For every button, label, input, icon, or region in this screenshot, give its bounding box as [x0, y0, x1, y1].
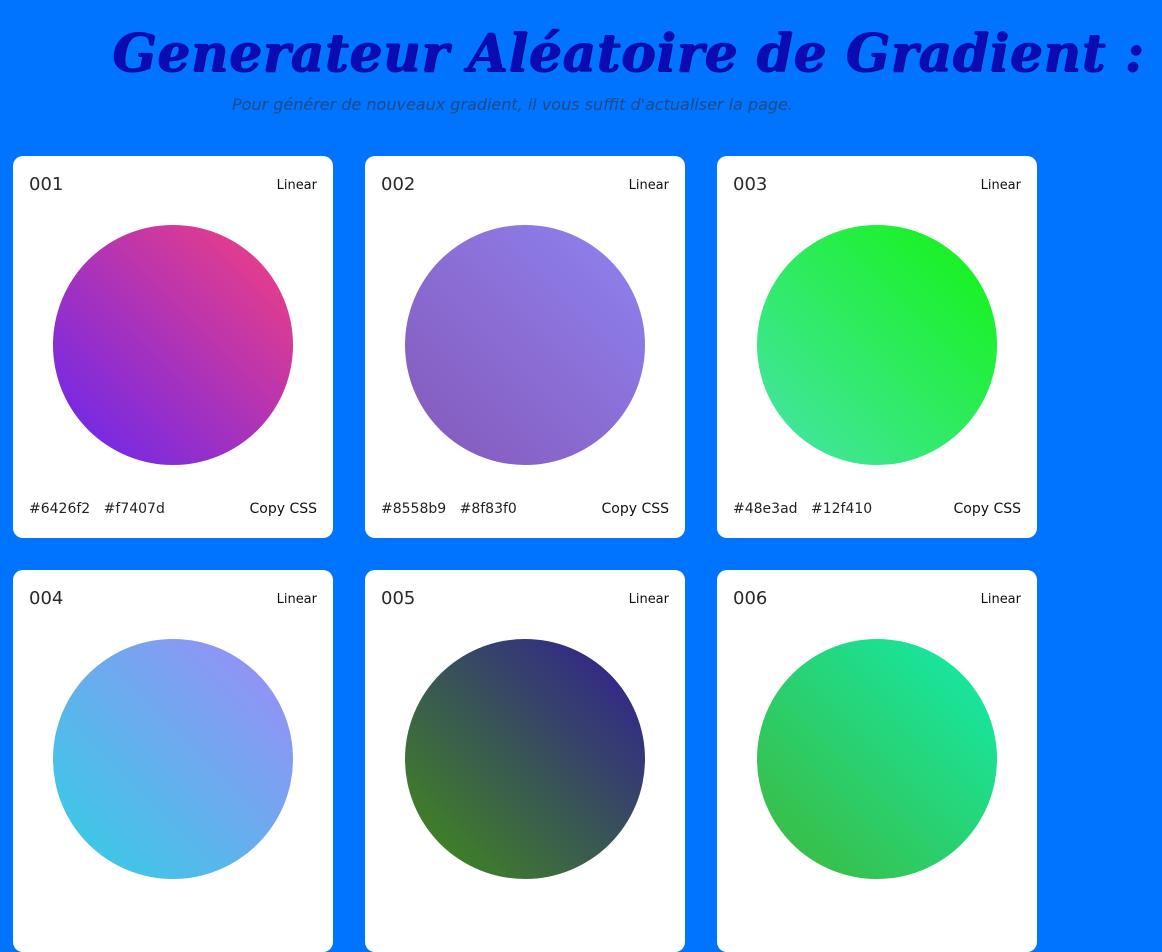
gradient-type-label: Linear	[628, 178, 669, 193]
copy-css-button[interactable]: Copy CSS	[249, 501, 317, 517]
gradient-card: 005 Linear	[365, 570, 685, 952]
card-number: 001	[29, 174, 64, 195]
card-number: 005	[381, 588, 416, 609]
color-code-2: #8f83f0	[459, 501, 517, 517]
card-number: 003	[733, 174, 768, 195]
card-number: 002	[381, 174, 416, 195]
gradient-card: 004 Linear	[13, 570, 333, 952]
color-code-2: #12f410	[810, 501, 873, 517]
color-code-1: #8558b9	[381, 501, 447, 517]
page-subtitle: Pour générer de nouveaux gradient, il vo…	[232, 95, 793, 114]
gradient-card: 001 Linear #6426f2 #f7407d Copy CSS	[13, 156, 333, 538]
gradient-preview-circle	[53, 639, 293, 879]
color-code-1: #48e3ad	[733, 501, 798, 517]
color-code-2: #f7407d	[103, 501, 165, 517]
gradient-card: 003 Linear #48e3ad #12f410 Copy CSS	[717, 156, 1037, 538]
copy-css-button[interactable]: Copy CSS	[601, 501, 669, 517]
gradient-type-label: Linear	[628, 592, 669, 607]
color-code-1: #6426f2	[29, 501, 91, 517]
color-codes: #8558b9 #8f83f0	[381, 501, 526, 517]
copy-css-button[interactable]: Copy CSS	[953, 501, 1021, 517]
card-number: 006	[733, 588, 768, 609]
gradient-type-label: Linear	[276, 592, 317, 607]
gradient-preview-circle	[757, 225, 997, 465]
gradient-type-label: Linear	[980, 178, 1021, 193]
gradient-preview-circle	[405, 639, 645, 879]
gradient-preview-circle	[405, 225, 645, 465]
gradient-card: 002 Linear #8558b9 #8f83f0 Copy CSS	[365, 156, 685, 538]
gradient-preview-circle	[757, 639, 997, 879]
gradient-type-label: Linear	[276, 178, 317, 193]
color-codes: #6426f2 #f7407d	[29, 501, 174, 517]
page-title: Generateur Aléatoire de Gradient :	[112, 23, 1145, 84]
color-codes: #48e3ad #12f410	[733, 501, 881, 517]
card-number: 004	[29, 588, 64, 609]
gradient-type-label: Linear	[980, 592, 1021, 607]
gradient-preview-circle	[53, 225, 293, 465]
gradient-card: 006 Linear	[717, 570, 1037, 952]
